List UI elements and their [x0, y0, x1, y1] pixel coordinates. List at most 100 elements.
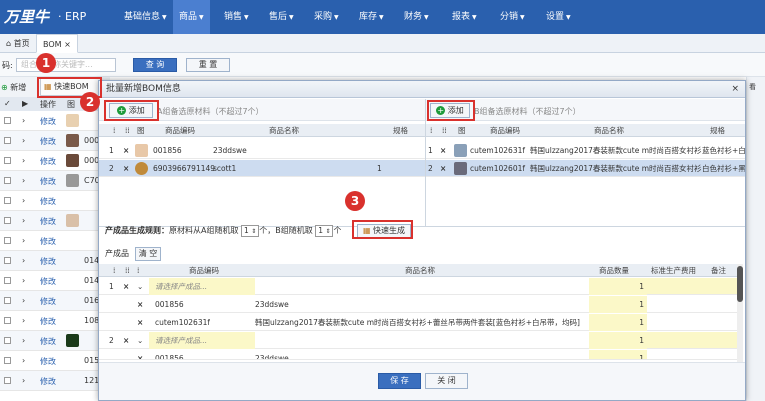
row-checkbox[interactable] — [4, 357, 11, 364]
edit-link[interactable]: 修改 — [40, 116, 56, 127]
nav-reports[interactable]: 报表 ▼ — [446, 0, 483, 34]
expand-icon[interactable]: › — [22, 196, 25, 205]
close-button[interactable]: 关 闭 — [425, 373, 468, 389]
nav-sales[interactable]: 销售 ▼ — [218, 0, 255, 34]
row-checkbox[interactable] — [4, 237, 11, 244]
edit-link[interactable]: 修改 — [40, 336, 56, 347]
scrollbar-track[interactable] — [737, 264, 743, 362]
item-qty[interactable]: 1 — [589, 350, 647, 359]
scrollbar-thumb[interactable] — [737, 266, 743, 302]
delete-icon[interactable]: × — [137, 350, 143, 359]
delete-icon[interactable]: × — [137, 314, 143, 331]
fee-cell[interactable] — [647, 332, 741, 348]
search-input[interactable]: 组合装名称关键字... — [16, 58, 116, 72]
expand-icon[interactable]: › — [22, 336, 25, 345]
nav-settings[interactable]: 设置 ▼ — [540, 0, 577, 34]
expand-icon[interactable]: › — [22, 356, 25, 365]
expand-icon[interactable]: › — [22, 296, 25, 305]
edit-link[interactable]: 修改 — [40, 176, 56, 187]
save-button[interactable]: 保 存 — [378, 373, 421, 389]
col-qty: 商品数量 — [599, 266, 629, 275]
nav-purchase[interactable]: 采购 ▼ — [308, 0, 345, 34]
close-icon[interactable]: × — [731, 81, 739, 98]
tab-bom[interactable]: BOM × — [36, 34, 78, 53]
col-spec: 规格 — [393, 126, 408, 135]
item-qty[interactable]: 1 — [589, 314, 647, 331]
group-b-row[interactable]: 1 × cutem102631f 韩国ulzzang2017春装新款cute m… — [426, 142, 745, 159]
row-checkbox[interactable] — [4, 257, 11, 264]
expand-icon[interactable]: › — [22, 176, 25, 185]
list-row: › 修改 0158 — [0, 351, 110, 371]
row-checkbox[interactable] — [4, 217, 11, 224]
nav-after-sales[interactable]: 售后 ▼ — [263, 0, 300, 34]
edit-link[interactable]: 修改 — [40, 256, 56, 267]
delete-icon[interactable]: × — [123, 332, 129, 349]
nav-basic-info[interactable]: 基础信息 ▼ — [118, 0, 173, 34]
item-qty[interactable]: 1 — [589, 296, 647, 313]
collapse-icon[interactable]: ⌄ — [137, 278, 143, 295]
edit-link[interactable]: 修改 — [40, 156, 56, 167]
new-button[interactable]: ⊕ 新增 — [1, 82, 26, 93]
expand-icon[interactable]: › — [22, 276, 25, 285]
collapse-icon[interactable]: ⌄ — [137, 332, 143, 349]
expand-icon[interactable]: › — [22, 156, 25, 165]
query-button[interactable]: 查 询 — [133, 58, 177, 72]
delete-icon[interactable]: × — [440, 142, 446, 159]
edit-link[interactable]: 修改 — [40, 136, 56, 147]
col-img: 图 — [137, 126, 145, 135]
delete-icon[interactable]: × — [123, 160, 129, 177]
close-icon[interactable]: × — [64, 40, 71, 49]
row-checkbox[interactable] — [4, 197, 11, 204]
clear-button[interactable]: 清 空 — [135, 247, 161, 261]
count-b-stepper[interactable]: 1 ⇕ — [315, 224, 334, 237]
row-checkbox[interactable] — [4, 117, 11, 124]
product-select[interactable]: 请选择产成品... — [149, 278, 255, 295]
row-checkbox[interactable] — [4, 277, 11, 284]
row-spec: 白色衬衫+黑吊 — [702, 164, 745, 173]
row-checkbox[interactable] — [4, 337, 11, 344]
row-code: 001856 — [153, 146, 182, 155]
row-checkbox[interactable] — [4, 157, 11, 164]
expand-icon[interactable]: › — [22, 256, 25, 265]
edit-link[interactable]: 修改 — [40, 236, 56, 247]
expand-icon[interactable]: › — [22, 376, 25, 385]
edit-link[interactable]: 修改 — [40, 356, 56, 367]
nav-finance[interactable]: 财务 ▼ — [398, 0, 435, 34]
delete-icon[interactable]: × — [440, 160, 446, 177]
expand-icon[interactable]: › — [22, 316, 25, 325]
group-qty[interactable]: 1 — [589, 332, 647, 349]
count-a-stepper[interactable]: 1 ⇕ — [241, 224, 260, 237]
nav-inventory[interactable]: 库存 ▼ — [353, 0, 390, 34]
tab-home[interactable]: ⌂ 首页 — [0, 34, 36, 53]
group-a-row[interactable]: 1 × 001856 23ddswe — [99, 142, 425, 159]
row-checkbox[interactable] — [4, 297, 11, 304]
expand-icon[interactable]: › — [22, 216, 25, 225]
nav-goods[interactable]: 商品 ▼ — [173, 0, 210, 34]
row-checkbox[interactable] — [4, 177, 11, 184]
delete-icon[interactable]: × — [123, 278, 129, 295]
nav-distribution[interactable]: 分销 ▼ — [494, 0, 531, 34]
edit-link[interactable]: 修改 — [40, 196, 56, 207]
delete-icon[interactable]: × — [137, 296, 143, 313]
row-checkbox[interactable] — [4, 137, 11, 144]
edit-link[interactable]: 修改 — [40, 216, 56, 227]
edit-link[interactable]: 修改 — [40, 376, 56, 387]
product-group-row[interactable]: 2 × ⌄ 请选择产成品... 1 — [99, 332, 741, 349]
product-group-row[interactable]: 1 × ⌄ 请选择产成品... 1 — [99, 278, 741, 295]
edit-link[interactable]: 修改 — [40, 296, 56, 307]
product-select[interactable]: 请选择产成品... — [149, 332, 255, 349]
delete-icon[interactable]: × — [123, 142, 129, 159]
expand-icon[interactable]: › — [22, 236, 25, 245]
reset-button[interactable]: 重 置 — [186, 58, 230, 72]
row-checkbox[interactable] — [4, 377, 11, 384]
row-checkbox[interactable] — [4, 317, 11, 324]
group-a-row-selected[interactable]: 2 × 6903966791149 scott1 1 — [99, 160, 425, 177]
expand-icon[interactable]: › — [22, 136, 25, 145]
edit-link[interactable]: 修改 — [40, 276, 56, 287]
expand-icon[interactable]: › — [22, 116, 25, 125]
fee-cell[interactable] — [647, 278, 741, 294]
check-all-icon[interactable]: ✓ — [4, 99, 11, 108]
group-qty[interactable]: 1 — [589, 278, 647, 295]
group-b-row-selected[interactable]: 2 × cutem102601f 韩国ulzzang2017春装新款cute m… — [426, 160, 745, 177]
edit-link[interactable]: 修改 — [40, 316, 56, 327]
